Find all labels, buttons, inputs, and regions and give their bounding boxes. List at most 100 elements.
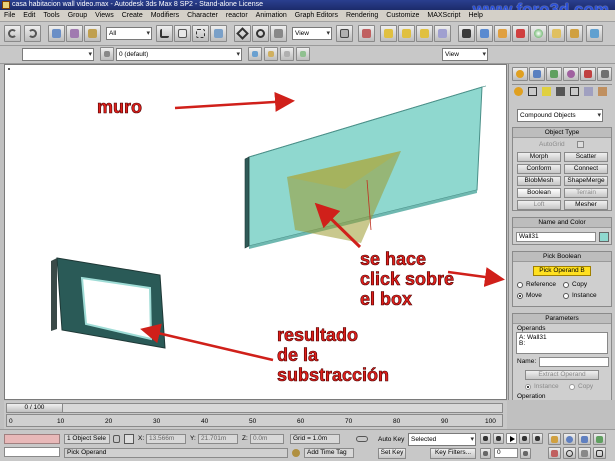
mirror-button[interactable] (458, 25, 475, 42)
operand-b[interactable]: B: (519, 340, 609, 347)
redo-button[interactable] (24, 25, 41, 42)
display-tab[interactable] (580, 67, 596, 81)
terrain-button[interactable]: Terrain (564, 188, 608, 198)
select-rotate-button[interactable] (252, 25, 269, 42)
auto-key-label[interactable]: Auto Key (378, 436, 404, 443)
morph-button[interactable]: Morph (517, 152, 561, 162)
select-object-button[interactable] (156, 25, 173, 42)
quick-render-button[interactable] (566, 25, 583, 42)
maxscript-listener[interactable] (4, 434, 60, 444)
menu-reactor[interactable]: reactor (222, 10, 252, 22)
menu-file[interactable]: File (0, 10, 19, 22)
spinner-snap-button[interactable] (434, 25, 451, 42)
menu-modifiers[interactable]: Modifiers (147, 10, 183, 22)
layer-manager-button[interactable] (494, 25, 511, 42)
layer-visibility-button[interactable] (100, 47, 114, 61)
object-name-field[interactable]: Wall31 (516, 232, 596, 242)
key-mode-toggle[interactable] (480, 448, 491, 459)
extract-copy-radio[interactable] (569, 384, 575, 390)
menu-group[interactable]: Group (64, 10, 91, 22)
time-slider-track[interactable]: 0 / 100 (6, 403, 503, 413)
pan-view-button[interactable] (548, 433, 561, 445)
shapes-icon[interactable] (528, 87, 537, 96)
reference-coord-system[interactable]: View (292, 27, 332, 40)
menu-character[interactable]: Character (183, 10, 222, 22)
go-to-end-button[interactable] (532, 433, 543, 444)
field-of-view-button[interactable] (548, 447, 561, 459)
operands-list[interactable]: A: Wall31 B: (516, 332, 608, 354)
percent-snap-button[interactable] (416, 25, 433, 42)
bind-space-warp-button[interactable] (84, 25, 101, 42)
angle-snap-button[interactable] (398, 25, 415, 42)
render-last-button[interactable] (586, 25, 603, 42)
boolean-button[interactable]: Boolean (517, 188, 561, 198)
parameters-header[interactable]: Parameters (513, 314, 611, 324)
operand-name-field[interactable] (539, 357, 609, 367)
pick-operand-b-button[interactable]: Pick Operand B (533, 266, 591, 276)
modify-tab[interactable] (529, 67, 545, 81)
window-crossing-button[interactable] (210, 25, 227, 42)
curve-editor-button[interactable] (512, 25, 529, 42)
render-view-dropdown[interactable]: View (442, 48, 488, 61)
systems-icon[interactable] (598, 87, 607, 96)
select-link-button[interactable] (48, 25, 65, 42)
utilities-tab[interactable] (597, 67, 612, 81)
add-time-tag[interactable]: Add Time Tag (304, 448, 354, 458)
render-scene-button[interactable] (548, 25, 565, 42)
key-mode-dropdown[interactable]: Selected (408, 433, 476, 446)
zoom-all-button[interactable] (578, 433, 591, 445)
lights-icon[interactable] (542, 87, 551, 96)
y-coordinate[interactable]: 21.701m (198, 434, 238, 444)
unlink-button[interactable] (66, 25, 83, 42)
previous-frame-button[interactable] (493, 433, 504, 444)
absolute-mode-icon[interactable] (124, 434, 134, 444)
current-frame-field[interactable]: 0 (494, 448, 518, 458)
set-current-layer-button[interactable] (296, 47, 310, 61)
pick-boolean-header[interactable]: Pick Boolean (513, 252, 611, 262)
key-filters-button[interactable]: Key Filters... (430, 448, 476, 459)
instance-radio[interactable] (563, 293, 569, 299)
menu-views[interactable]: Views (91, 10, 118, 22)
x-coordinate[interactable]: 13.566m (146, 434, 186, 444)
menu-create[interactable]: Create (118, 10, 147, 22)
extract-instance-radio[interactable] (525, 384, 531, 390)
align-button[interactable] (476, 25, 493, 42)
connect-button[interactable]: Connect (564, 164, 608, 174)
extract-operand-button[interactable]: Extract Operand (525, 370, 599, 380)
autogrid-checkbox[interactable] (577, 141, 584, 148)
maximize-viewport-button[interactable] (593, 447, 606, 459)
go-to-start-button[interactable] (480, 433, 491, 444)
select-layer-button[interactable] (280, 47, 294, 61)
shapemerge-button[interactable]: ShapeMerge (564, 176, 608, 186)
track-bar[interactable]: 0 10 20 30 40 50 60 70 80 90 100 (6, 414, 503, 427)
menu-rendering[interactable]: Rendering (342, 10, 382, 22)
time-slider-thumb[interactable]: 0 / 100 (7, 404, 63, 412)
undo-button[interactable] (4, 25, 21, 42)
arc-rotate-button[interactable] (563, 447, 576, 459)
snaps-toggle-button[interactable] (380, 25, 397, 42)
lock-selection-icon[interactable] (113, 435, 120, 443)
menu-tools[interactable]: Tools (39, 10, 63, 22)
z-coordinate[interactable]: 0.0m (250, 434, 284, 444)
conform-button[interactable]: Conform (517, 164, 561, 174)
named-selection-sets[interactable] (22, 48, 94, 61)
hierarchy-tab[interactable] (546, 67, 562, 81)
object-category-dropdown[interactable]: Compound Objects (517, 109, 603, 122)
perspective-viewport[interactable]: muro se hace click sobre el box resultad… (4, 64, 507, 400)
geometry-icon[interactable] (514, 87, 523, 96)
blobmesh-button[interactable]: BlobMesh (517, 176, 561, 186)
helpers-icon[interactable] (570, 87, 579, 96)
name-color-header[interactable]: Name and Color (513, 218, 611, 228)
mesher-button[interactable]: Mesher (564, 200, 608, 210)
select-by-name-button[interactable] (174, 25, 191, 42)
pivot-center-button[interactable] (336, 25, 353, 42)
select-scale-button[interactable] (270, 25, 287, 42)
zoom-button[interactable] (563, 433, 576, 445)
menu-edit[interactable]: Edit (19, 10, 39, 22)
cameras-icon[interactable] (556, 87, 565, 96)
menu-help[interactable]: Help (464, 10, 486, 22)
menu-animation[interactable]: Animation (252, 10, 291, 22)
motion-tab[interactable] (563, 67, 579, 81)
create-tab[interactable] (512, 67, 528, 81)
rect-selection-button[interactable] (192, 25, 209, 42)
